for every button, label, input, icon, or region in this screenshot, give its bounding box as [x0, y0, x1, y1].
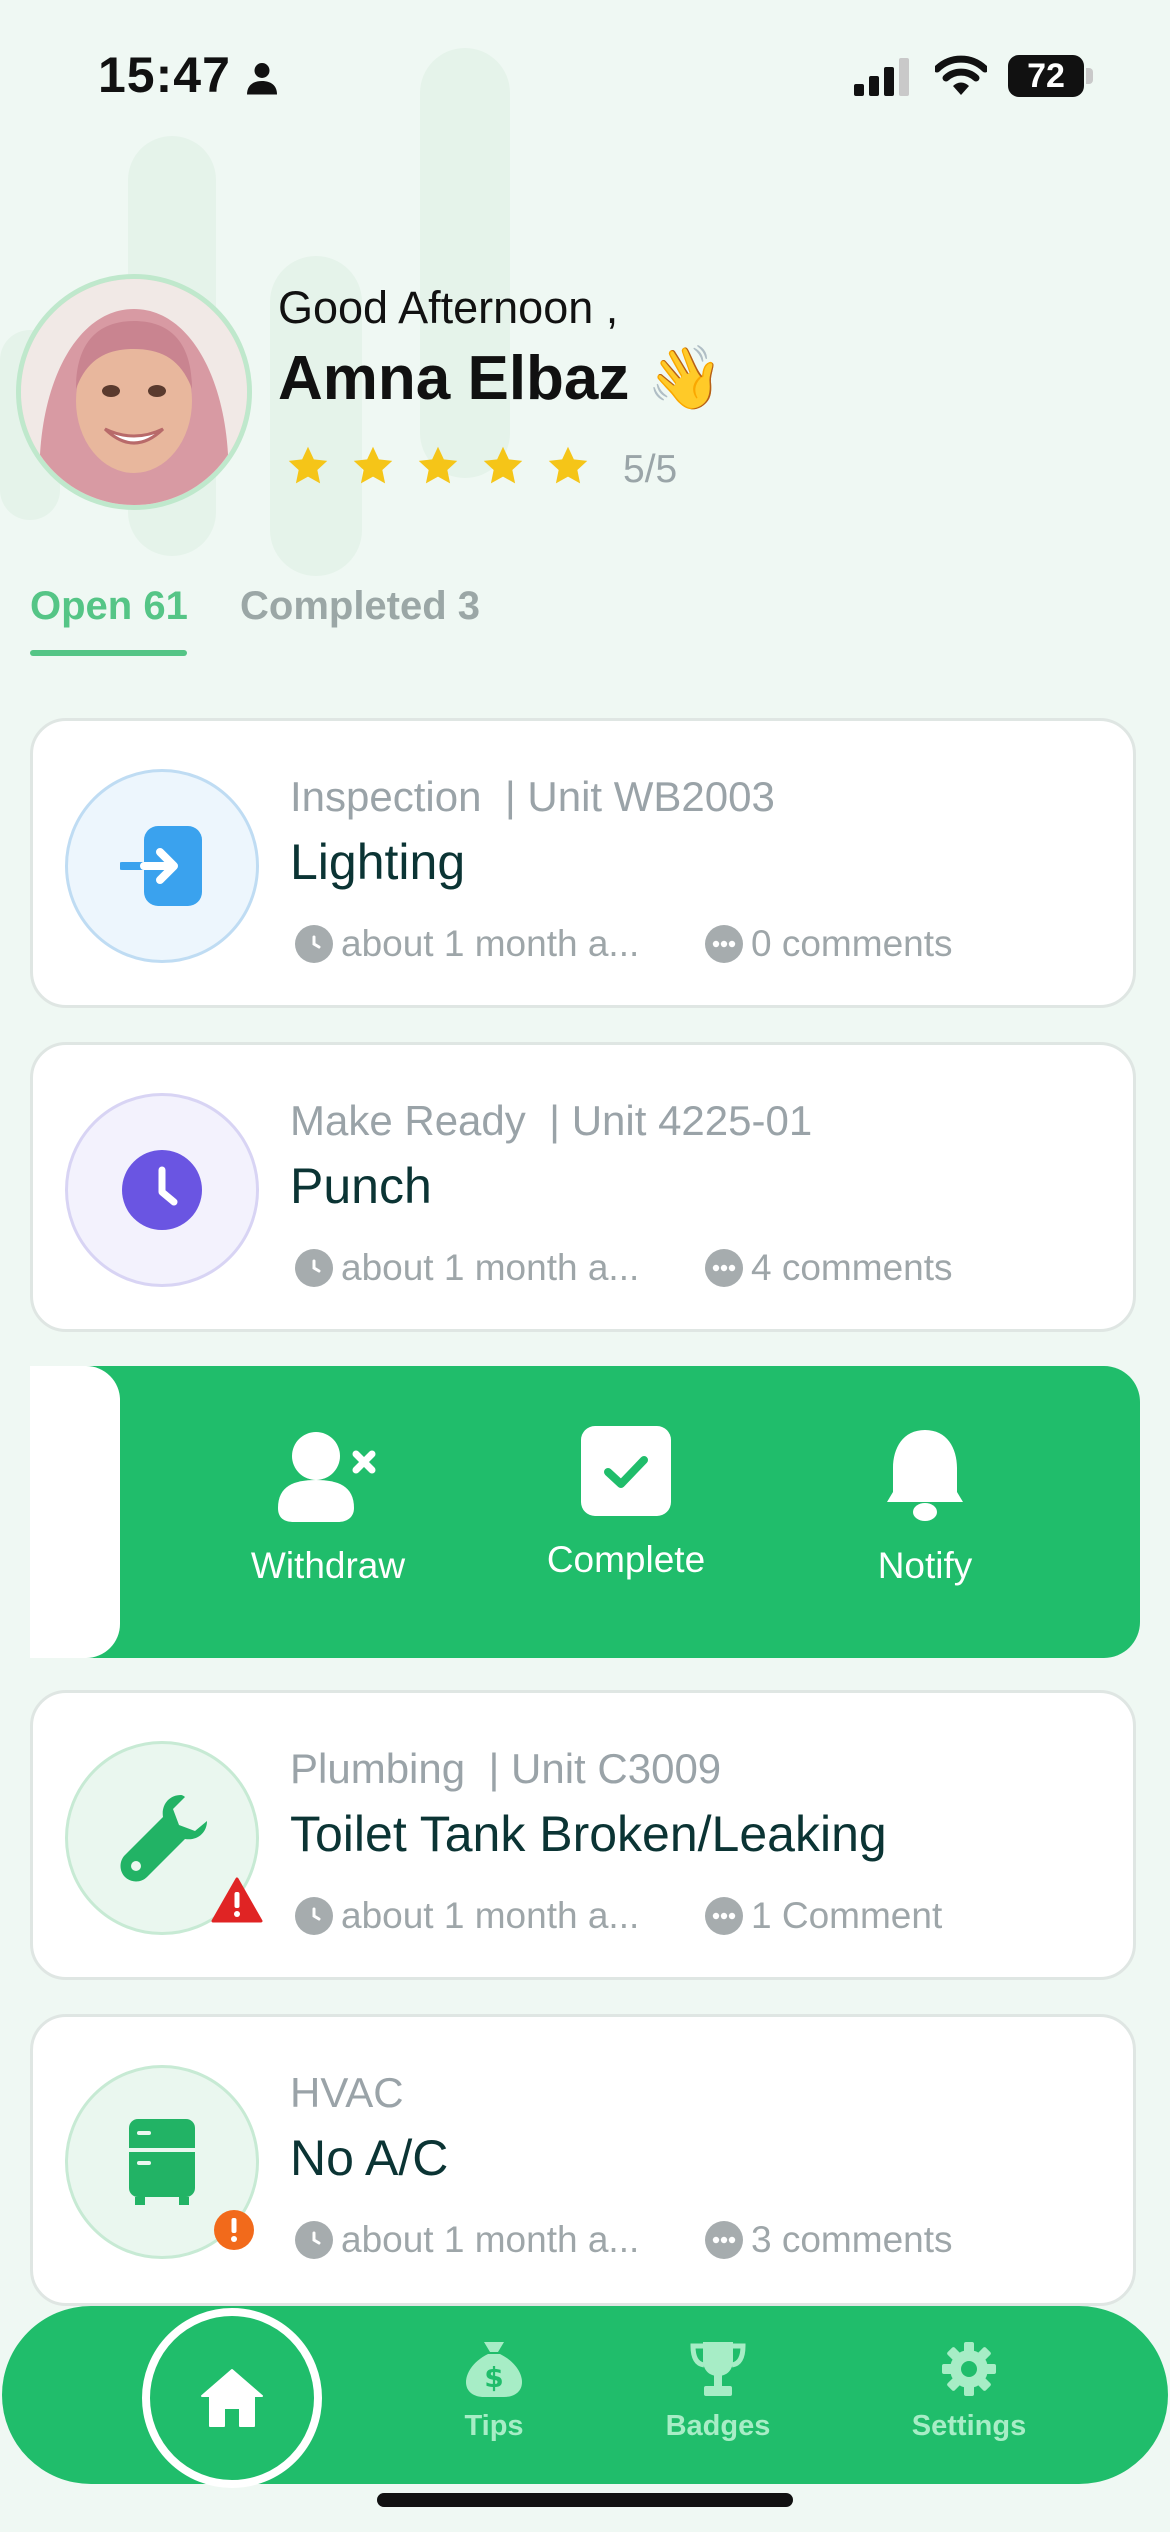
star-icon	[483, 446, 523, 484]
work-order-type-icon	[65, 1093, 259, 1287]
rating-text: 5/5	[623, 448, 678, 491]
nav-tips[interactable]: $ Tips	[394, 2340, 594, 2443]
complete-label: Complete	[546, 1539, 706, 1580]
work-order-time: about 1 month a...	[295, 1895, 639, 1937]
wifi-icon	[933, 55, 989, 102]
star-rating	[286, 444, 590, 488]
swipe-actions-row: Withdraw Complete Notify	[30, 1366, 1140, 1658]
nav-badges[interactable]: Badges	[618, 2340, 818, 2443]
work-order-comments[interactable]: 1 Comment	[705, 1895, 942, 1937]
tab-open[interactable]: Open 61	[30, 584, 188, 629]
tab-completed[interactable]: Completed 3	[240, 584, 480, 629]
swiped-work-order-card[interactable]	[30, 1366, 120, 1658]
work-order-comments[interactable]: 3 comments	[705, 2219, 953, 2261]
work-order-time: about 1 month a...	[295, 2219, 639, 2261]
work-order-comments[interactable]: 0 comments	[705, 923, 953, 965]
work-order-card[interactable]: Make Ready | Unit 4225-01 Punch about 1 …	[30, 1042, 1136, 1332]
work-order-category: HVAC	[290, 2069, 404, 2116]
work-order-title: No A/C	[290, 2130, 449, 2186]
check-box-icon	[581, 1426, 671, 1516]
comment-icon	[705, 925, 743, 963]
withdraw-label: Withdraw	[250, 1545, 406, 1586]
user-name-text: Amna Elbaz	[278, 344, 630, 413]
work-order-category: Inspection | Unit WB2003	[290, 773, 775, 820]
nav-home-button[interactable]	[142, 2308, 322, 2488]
nav-badges-label: Badges	[665, 2410, 771, 2442]
star-icon	[353, 446, 393, 484]
complete-button[interactable]: Complete	[516, 1426, 736, 1581]
battery-cap	[1086, 68, 1093, 84]
work-order-card[interactable]: Plumbing | Unit C3009 Toilet Tank Broken…	[30, 1690, 1136, 1980]
trophy-icon	[690, 2342, 746, 2396]
nav-settings[interactable]: Settings	[869, 2340, 1069, 2443]
user-remove-icon	[278, 1432, 376, 1522]
work-order-title: Lighting	[290, 834, 466, 890]
clock-icon	[295, 2221, 333, 2259]
work-order-title: Punch	[290, 1158, 432, 1214]
sign-in-icon	[120, 826, 202, 906]
comment-icon	[705, 1249, 743, 1287]
clock-icon	[295, 1897, 333, 1935]
nav-tips-label: Tips	[464, 2410, 524, 2442]
clock-icon	[295, 925, 333, 963]
clock-icon	[295, 1249, 333, 1287]
money-bag-icon: $	[466, 2342, 522, 2397]
clock-icon	[122, 1150, 202, 1230]
cellular-signal-icon	[854, 58, 914, 101]
star-icon	[418, 446, 458, 484]
fridge-icon	[129, 2119, 195, 2205]
gear-icon	[942, 2342, 996, 2396]
avatar[interactable]	[16, 274, 252, 510]
work-order-type-icon	[65, 769, 259, 963]
waving-hand-icon: 👋	[646, 344, 724, 413]
work-order-card[interactable]: HVAC No A/C about 1 month a... 3 comment…	[30, 2014, 1136, 2306]
person-icon	[244, 60, 280, 101]
work-order-card[interactable]: Inspection | Unit WB2003 Lighting about …	[30, 718, 1136, 1008]
comment-icon	[705, 1897, 743, 1935]
star-icon	[548, 446, 588, 484]
nav-settings-label: Settings	[911, 2410, 1027, 2442]
battery-indicator: 72	[1008, 55, 1084, 97]
greeting-text: Good Afternoon ,	[278, 282, 619, 333]
warning-triangle-icon	[211, 1877, 263, 1923]
star-icon	[288, 446, 328, 484]
home-indicator	[377, 2493, 793, 2507]
notify-button[interactable]: Notify	[815, 1426, 1035, 1587]
wrench-icon	[120, 1795, 207, 1882]
status-time: 15:47	[98, 47, 231, 103]
work-order-time: about 1 month a...	[295, 1247, 639, 1289]
bell-icon	[887, 1430, 963, 1521]
notify-label: Notify	[877, 1545, 973, 1586]
comment-icon	[705, 2221, 743, 2259]
active-tab-indicator	[30, 650, 187, 656]
home-icon	[201, 2369, 263, 2427]
svg-text:$: $	[484, 2361, 503, 2394]
work-order-comments[interactable]: 4 comments	[705, 1247, 953, 1289]
work-order-category: Make Ready | Unit 4225-01	[290, 1097, 813, 1144]
withdraw-button[interactable]: Withdraw	[218, 1426, 438, 1587]
work-order-title: Toilet Tank Broken/Leaking	[290, 1806, 887, 1862]
user-name: Amna Elbaz 👋	[278, 342, 724, 415]
orange-alert-icon	[214, 2210, 254, 2250]
work-order-time: about 1 month a...	[295, 923, 639, 965]
work-order-category: Plumbing | Unit C3009	[290, 1745, 722, 1792]
